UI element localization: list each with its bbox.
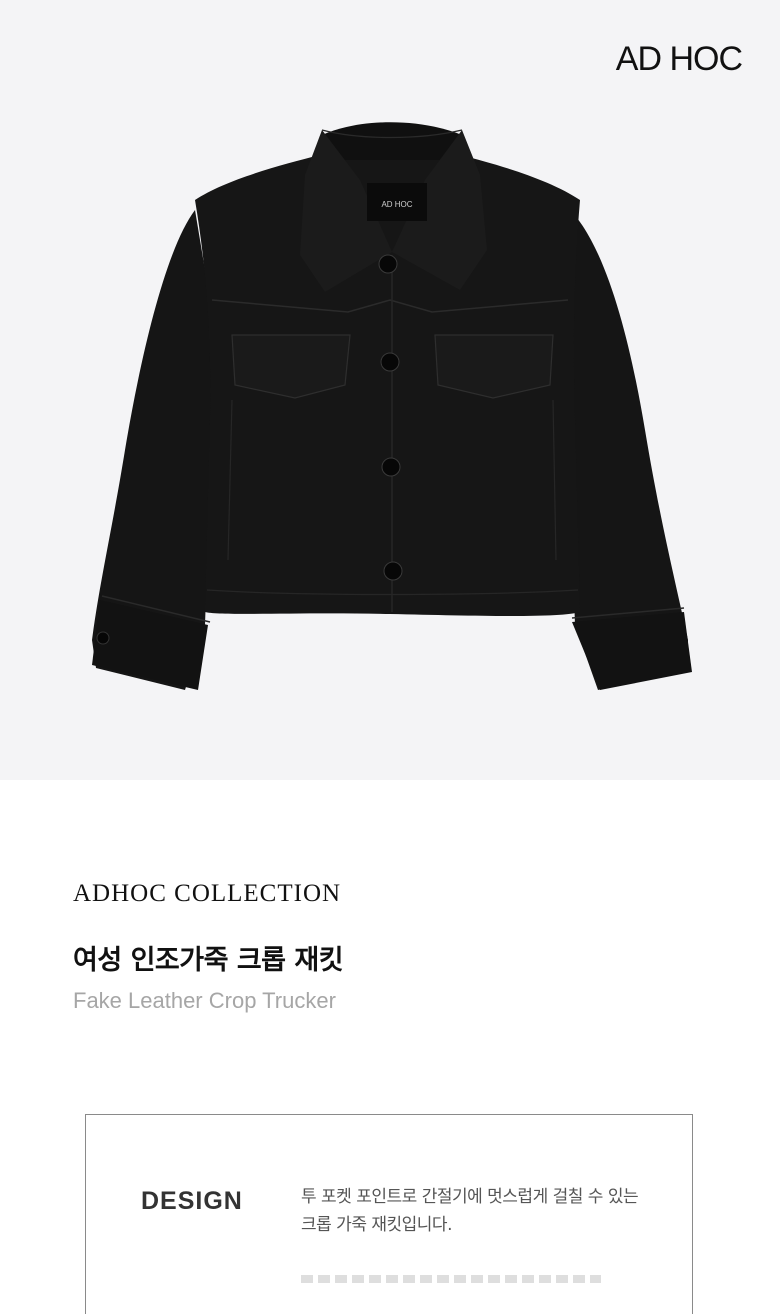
jacket-right-cuff: [572, 612, 692, 690]
design-description: 투 포켓 포인트로 간절기에 멋스럽게 걸칠 수 있는 크롭 가죽 재킷입니다.: [301, 1187, 639, 1235]
jacket-right-pocket-flap: [434, 334, 554, 399]
product-title-english: Fake Leather Crop Trucker: [73, 988, 336, 1013]
jacket-neck-label: AD HOC: [381, 200, 412, 209]
jacket-button: [378, 254, 398, 274]
collection-label: ADHOC COLLECTION: [73, 880, 342, 907]
design-label: DESIGN: [141, 1187, 243, 1215]
design-description-cutoff: [301, 1269, 601, 1283]
product-hero-image: AD HOC AD HOC: [0, 0, 780, 780]
product-title-korean: 여성 인조가죽 크롭 재킷: [73, 945, 344, 976]
jacket-button: [381, 457, 401, 477]
design-section: DESIGN 투 포켓 포인트로 간절기에 멋스럽게 걸칠 수 있는 크롭 가죽…: [85, 1114, 693, 1314]
jacket-button: [380, 352, 400, 372]
jacket-image: AD HOC: [92, 122, 692, 690]
jacket-cuff-button: [96, 631, 110, 645]
product-info: ADHOC COLLECTION 여성 인조가죽 크롭 재킷 Fake Leat…: [0, 780, 780, 1314]
jacket-button: [383, 561, 403, 581]
jacket-left-pocket-flap: [231, 334, 351, 399]
